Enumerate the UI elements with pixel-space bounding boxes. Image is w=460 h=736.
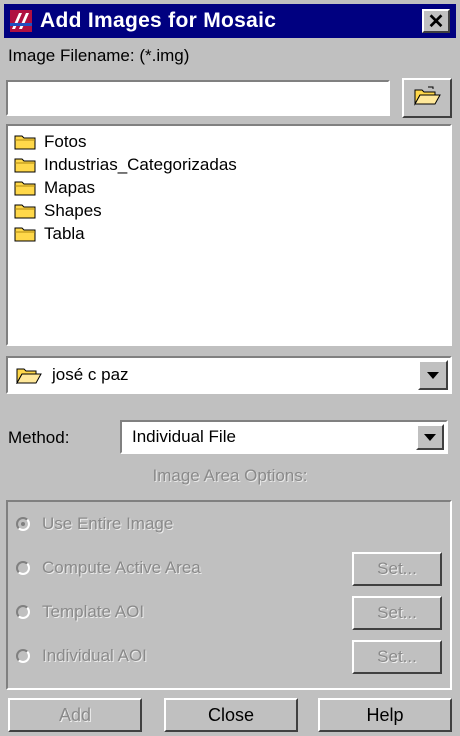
folder-icon — [14, 181, 36, 196]
radio-label: Compute Active Area — [42, 558, 201, 577]
window-title: Add Images for Mosaic — [40, 9, 277, 32]
image-area-options-caption: Image Area Options: — [152, 466, 308, 485]
radio-label: Use Entire Image — [42, 514, 174, 533]
close-button[interactable]: Close — [164, 698, 298, 732]
set-button-individual-aoi[interactable]: Set... — [352, 640, 442, 674]
radio-individual-aoi[interactable]: Individual AOI — [16, 646, 147, 666]
list-item[interactable]: Mapas — [8, 176, 450, 199]
list-item[interactable]: Tabla — [8, 222, 450, 245]
title-bar[interactable]: Add Images for Mosaic ✕ — [4, 4, 456, 38]
browse-button[interactable] — [402, 78, 452, 118]
list-item-label: Mapas — [44, 177, 96, 197]
add-images-dialog: Add Images for Mosaic ✕ Image Filename: … — [0, 0, 460, 736]
folder-icon — [14, 158, 36, 173]
add-button[interactable]: Add — [8, 698, 142, 732]
list-item[interactable]: Industrias_Categorizadas — [8, 153, 450, 176]
method-label: Method: — [8, 428, 70, 447]
radio-label: Template AOI — [42, 602, 145, 621]
close-icon[interactable]: ✕ — [422, 9, 450, 33]
app-icon — [8, 8, 34, 34]
chevron-down-icon[interactable] — [416, 424, 444, 450]
list-item-label: Fotos — [44, 131, 87, 151]
radio-compute-active-area[interactable]: Compute Active Area — [16, 558, 201, 578]
folder-icon — [14, 227, 36, 242]
open-folder-icon — [413, 86, 441, 111]
filename-input[interactable] — [6, 80, 390, 116]
folder-icon — [14, 204, 36, 219]
directory-dropdown[interactable]: josé c paz — [6, 356, 452, 394]
filename-label: Image Filename: (*.img) — [8, 46, 190, 65]
radio-label: Individual AOI — [42, 646, 147, 665]
set-button-template-aoi[interactable]: Set... — [352, 596, 442, 630]
radio-icon[interactable] — [16, 561, 30, 575]
list-item[interactable]: Fotos — [8, 130, 450, 153]
radio-icon[interactable] — [16, 517, 30, 531]
method-dropdown[interactable]: Individual File — [120, 420, 448, 454]
open-folder-icon — [16, 366, 42, 384]
directory-value: josé c paz — [52, 365, 129, 384]
list-item-label: Tabla — [44, 223, 85, 243]
help-button[interactable]: Help — [318, 698, 452, 732]
radio-template-aoi[interactable]: Template AOI — [16, 602, 144, 622]
radio-icon[interactable] — [16, 605, 30, 619]
list-item-label: Industrias_Categorizadas — [44, 154, 237, 174]
folder-icon — [14, 135, 36, 150]
file-list[interactable]: Fotos Industrias_Categorizadas Mapas Sha… — [6, 124, 452, 346]
list-item[interactable]: Shapes — [8, 199, 450, 222]
set-button-compute-active-area[interactable]: Set... — [352, 552, 442, 586]
radio-icon[interactable] — [16, 649, 30, 663]
list-item-label: Shapes — [44, 200, 102, 220]
chevron-down-icon[interactable] — [418, 360, 448, 390]
method-value: Individual File — [132, 427, 236, 446]
radio-use-entire-image[interactable]: Use Entire Image — [16, 514, 173, 534]
